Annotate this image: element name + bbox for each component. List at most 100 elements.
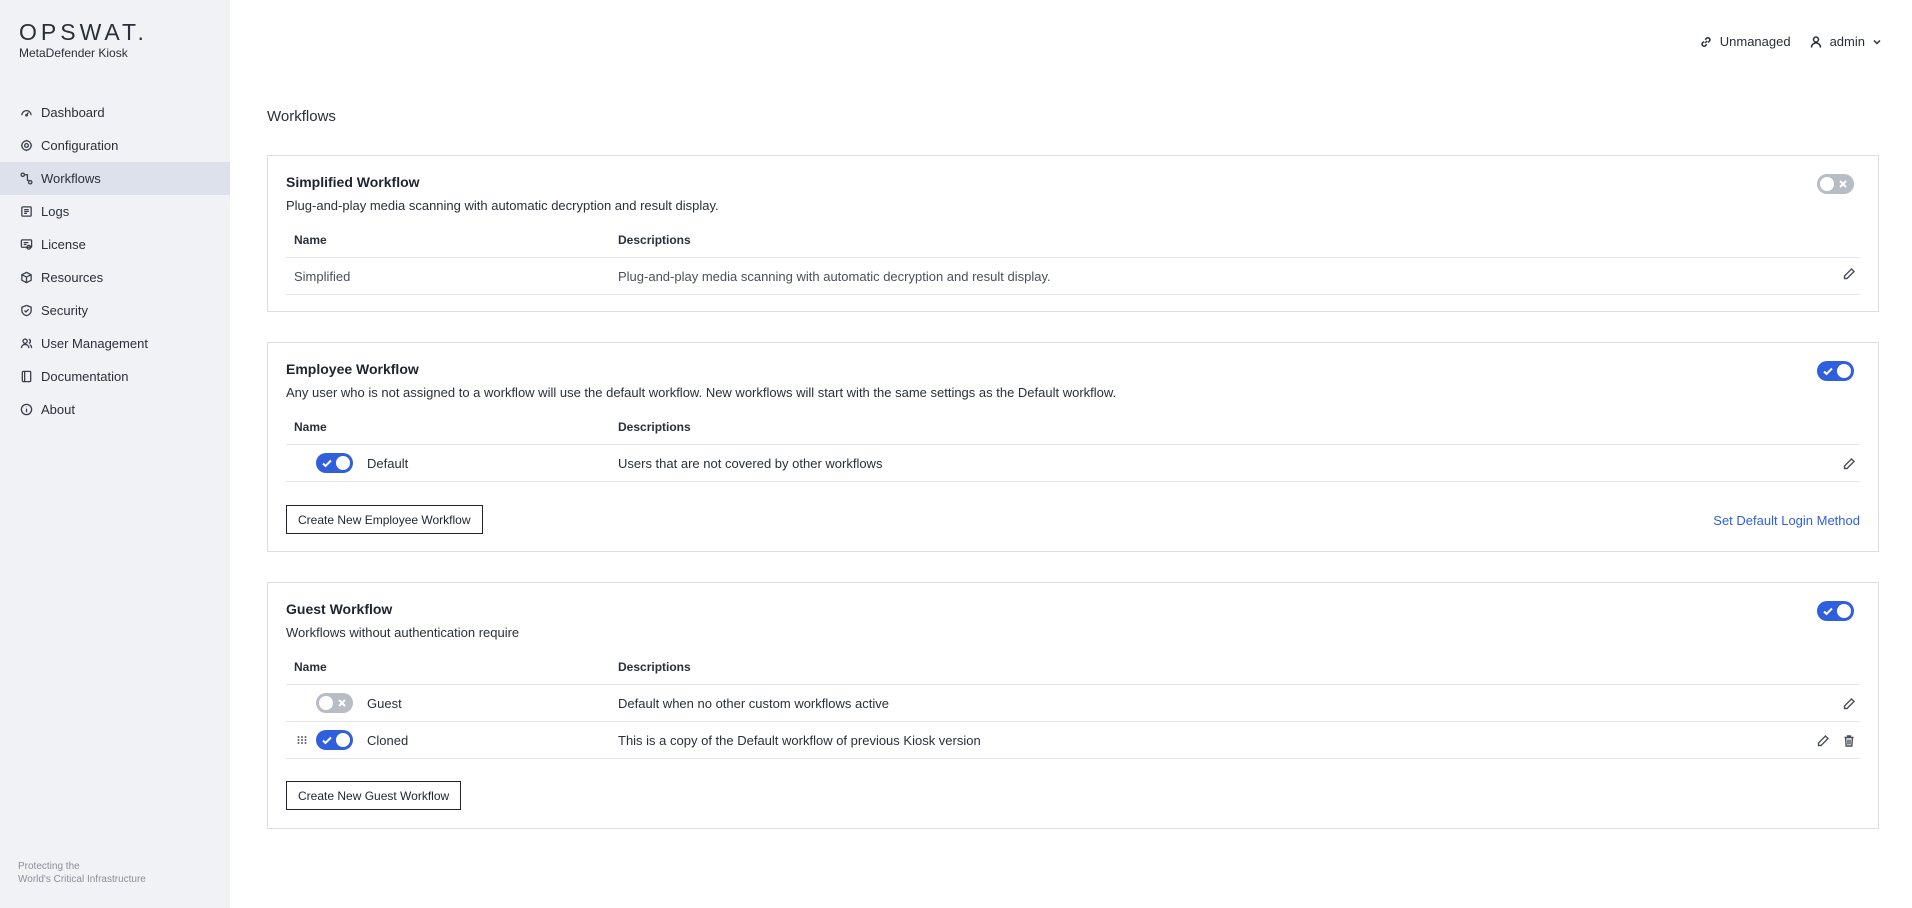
sidebar-item-configuration[interactable]: Configuration xyxy=(0,129,230,162)
row-actions xyxy=(1804,722,1856,759)
row-name: Default xyxy=(367,455,409,471)
create-guest-workflow-button[interactable]: Create New Guest Workflow xyxy=(286,781,462,810)
toggle-knob xyxy=(319,696,333,710)
x-icon xyxy=(336,697,348,709)
sidebar-item-resources[interactable]: Resources xyxy=(0,261,230,294)
workflow-table: Name Descriptions Simplified Plug-and-pl… xyxy=(286,222,1860,295)
workflow-table: Name Descriptions Guest Default when no … xyxy=(286,649,1860,759)
trash-icon xyxy=(1844,734,1854,747)
brand: OPSWAT. MetaDefender Kiosk xyxy=(19,20,148,60)
tagline: Protecting the World's Critical Infrastr… xyxy=(18,860,146,886)
sidebar: OPSWAT. MetaDefender Kiosk Dashboard Con… xyxy=(0,0,230,908)
check-icon xyxy=(1822,365,1834,377)
brand-logo: OPSWAT. xyxy=(19,19,148,45)
edit-button[interactable] xyxy=(1842,697,1856,711)
managed-status[interactable]: Unmanaged xyxy=(1699,34,1791,49)
logs-icon xyxy=(19,205,33,219)
row-name: Guest xyxy=(367,695,402,711)
workflow-table: Name Descriptions Default Users that are… xyxy=(286,409,1860,482)
sidebar-item-dashboard[interactable]: Dashboard xyxy=(0,96,230,129)
card-title: Guest Workflow xyxy=(286,601,393,617)
edit-button[interactable] xyxy=(1816,734,1830,748)
x-icon xyxy=(1837,178,1849,190)
page-title: Workflows xyxy=(267,108,336,125)
tagline-line1: Protecting the xyxy=(18,861,80,872)
column-header-name: Name xyxy=(294,659,327,674)
delete-button[interactable] xyxy=(1842,734,1856,748)
user-menu[interactable]: admin xyxy=(1809,34,1882,49)
link-icon xyxy=(1701,36,1711,47)
table-header: Name Descriptions xyxy=(286,649,1860,685)
toggle-knob xyxy=(336,456,350,470)
row-toggle[interactable] xyxy=(316,693,353,713)
toggle-knob xyxy=(1820,177,1834,191)
sidebar-nav: Dashboard Configuration Workflows Logs L… xyxy=(0,96,230,426)
pencil-icon xyxy=(1843,457,1855,469)
sidebar-item-about[interactable]: About xyxy=(0,393,230,426)
row-name-cell: Default xyxy=(286,453,618,473)
user-name: admin xyxy=(1829,34,1865,49)
license-icon xyxy=(19,238,33,252)
table-header: Name Descriptions xyxy=(286,222,1860,258)
guest-workflow-toggle[interactable] xyxy=(1817,601,1854,624)
sidebar-item-documentation[interactable]: Documentation xyxy=(0,360,230,393)
sidebar-item-logs[interactable]: Logs xyxy=(0,195,230,228)
toggle-switch[interactable] xyxy=(1817,174,1854,194)
sidebar-item-label: About xyxy=(41,402,75,417)
gear-icon xyxy=(19,139,33,153)
book-icon xyxy=(19,370,33,384)
sidebar-item-label: User Management xyxy=(41,336,148,351)
sidebar-item-label: Dashboard xyxy=(41,105,105,120)
check-icon xyxy=(321,734,333,746)
card-title: Employee Workflow xyxy=(286,361,419,377)
sidebar-item-workflows[interactable]: Workflows xyxy=(0,162,230,195)
guest-workflow-card: Guest Workflow Workflows without authent… xyxy=(267,582,1879,829)
info-icon xyxy=(19,403,33,417)
shield-icon xyxy=(19,304,33,318)
create-employee-workflow-button[interactable]: Create New Employee Workflow xyxy=(286,505,483,534)
sidebar-item-user-management[interactable]: User Management xyxy=(0,327,230,360)
toggle-switch[interactable] xyxy=(1817,601,1854,621)
sidebar-item-license[interactable]: License xyxy=(0,228,230,261)
simplified-workflow-toggle[interactable] xyxy=(1817,174,1854,197)
set-default-login-method-link[interactable]: Set Default Login Method xyxy=(1713,513,1860,528)
row-description: Plug-and-play media scanning with automa… xyxy=(618,268,1051,284)
row-toggle[interactable] xyxy=(316,453,353,473)
sidebar-item-security[interactable]: Security xyxy=(0,294,230,327)
row-toggle[interactable] xyxy=(316,730,353,750)
toggle-knob xyxy=(1837,364,1851,378)
chevron-down-icon xyxy=(1873,39,1881,45)
row-description: Default when no other custom workflows a… xyxy=(618,695,889,711)
row-name-cell: Cloned xyxy=(286,730,618,750)
row-actions xyxy=(1830,685,1856,722)
toggle-knob xyxy=(1837,604,1851,618)
check-icon xyxy=(1822,605,1834,617)
sidebar-item-label: Resources xyxy=(41,270,104,285)
toggle-knob xyxy=(336,733,350,747)
table-header: Name Descriptions xyxy=(286,409,1860,445)
table-row: Cloned This is a copy of the Default wor… xyxy=(286,722,1860,759)
sidebar-item-label: Configuration xyxy=(41,138,119,153)
column-header-name: Name xyxy=(294,419,327,434)
row-description: Users that are not covered by other work… xyxy=(618,455,883,471)
edit-button[interactable] xyxy=(1842,457,1856,471)
edit-button[interactable] xyxy=(1842,267,1856,281)
card-description: Any user who is not assigned to a workfl… xyxy=(286,385,1117,400)
column-header-descriptions: Descriptions xyxy=(618,232,691,247)
managed-status-label: Unmanaged xyxy=(1719,34,1791,49)
product-name: MetaDefender Kiosk xyxy=(19,46,128,60)
table-row: Default Users that are not covered by ot… xyxy=(286,445,1860,482)
pencil-icon xyxy=(1817,734,1829,746)
toggle-switch[interactable] xyxy=(1817,361,1854,381)
row-name: Simplified xyxy=(294,268,351,284)
sidebar-item-label: Workflows xyxy=(41,171,101,186)
employee-workflow-toggle[interactable] xyxy=(1817,361,1854,384)
table-row: Simplified Plug-and-play media scanning … xyxy=(286,258,1860,295)
row-name: Cloned xyxy=(367,732,409,748)
row-description: This is a copy of the Default workflow o… xyxy=(618,732,981,748)
drag-handle-icon[interactable] xyxy=(294,734,310,746)
pencil-icon xyxy=(1843,697,1855,709)
column-header-descriptions: Descriptions xyxy=(618,659,691,674)
tagline-line2: World's Critical Infrastructure xyxy=(18,874,146,885)
pencil-icon xyxy=(1843,267,1855,279)
